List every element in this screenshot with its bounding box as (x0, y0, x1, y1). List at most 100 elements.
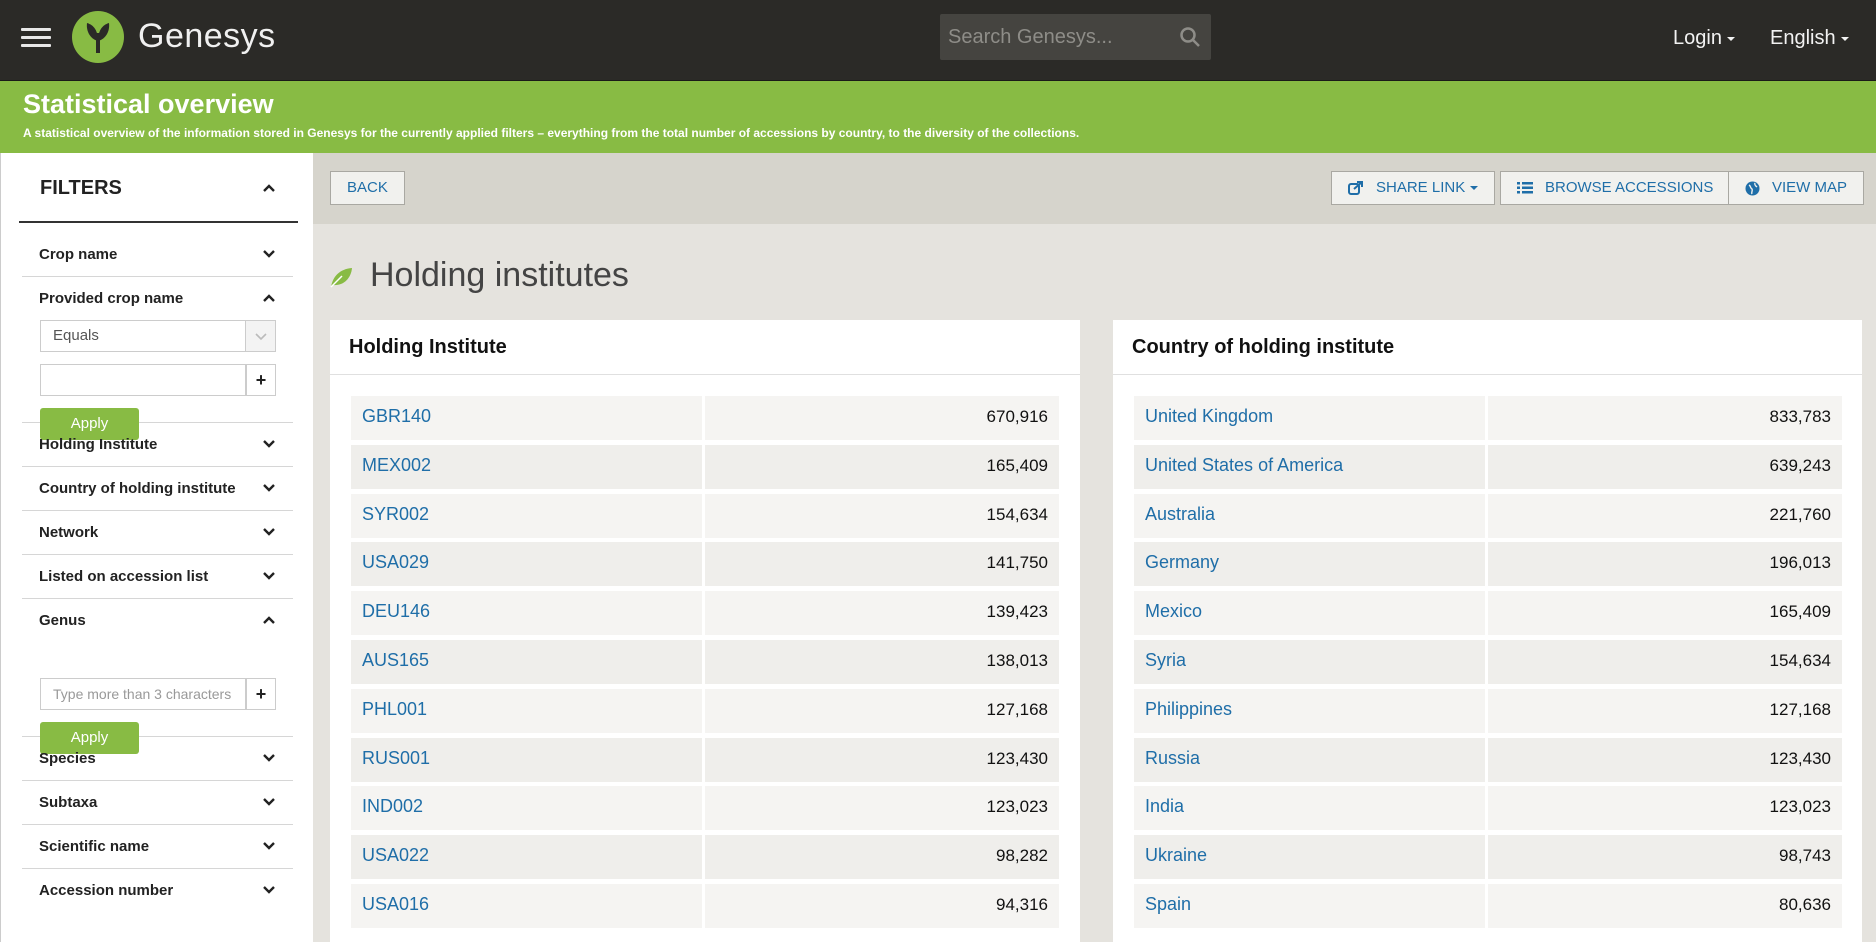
add-crop-name-button[interactable]: + (246, 364, 276, 396)
hamburger-menu-icon[interactable] (21, 28, 51, 48)
page-title: Statistical overview (23, 89, 274, 119)
row-link[interactable]: GBR140 (362, 406, 431, 427)
count-value: 98,282 (996, 846, 1048, 866)
section-title: Holding institutes (370, 256, 629, 294)
chevron-up-icon[interactable] (263, 182, 275, 194)
filter-label[interactable]: Provided crop name (39, 290, 183, 307)
filter-label: Accession number (39, 882, 174, 899)
table-row: United States of America 639,243 (1134, 444, 1842, 489)
filter-accession-list[interactable]: Listed on accession list (22, 555, 293, 599)
count-value: 154,634 (986, 504, 1048, 524)
table-row: Germany 196,013 (1134, 542, 1842, 587)
table-row: DEU146 139,423 (351, 591, 1059, 636)
chevron-down-icon (263, 842, 275, 850)
row-link[interactable]: Ukraine (1145, 845, 1207, 866)
count-cell: 154,634 (1488, 640, 1842, 684)
count-value: 123,023 (1769, 797, 1831, 817)
filter-label[interactable]: Genus (39, 612, 86, 629)
name-cell: United Kingdom (1134, 396, 1485, 440)
name-cell: IND002 (351, 786, 702, 831)
app-name[interactable]: Genesys (138, 17, 276, 56)
view-map-label: VIEW MAP (1772, 179, 1848, 196)
search-input[interactable] (948, 14, 1168, 60)
count-value: 165,409 (1769, 602, 1831, 622)
row-link[interactable]: Mexico (1145, 601, 1202, 622)
name-cell: AUS165 (351, 640, 702, 684)
count-cell: 154,634 (705, 493, 1059, 538)
row-link[interactable]: DEU146 (362, 601, 430, 622)
row-link[interactable]: USA029 (362, 552, 429, 573)
add-genus-button[interactable]: + (246, 678, 276, 710)
row-link[interactable]: USA016 (362, 894, 429, 915)
filter-subtaxa[interactable]: Subtaxa (22, 781, 293, 825)
count-cell: 98,282 (705, 835, 1059, 880)
genus-input[interactable] (40, 678, 246, 710)
count-cell: 80,636 (1488, 884, 1842, 928)
filter-crop-name[interactable]: Crop name (22, 233, 293, 277)
globe-icon (1745, 181, 1760, 196)
filter-network[interactable]: Network (22, 511, 293, 555)
filter-holding-institute[interactable]: Holding Institute (22, 423, 293, 467)
table-row: Philippines 127,168 (1134, 688, 1842, 733)
row-link[interactable]: SYR002 (362, 504, 429, 525)
filter-label: Holding Institute (39, 436, 158, 453)
browse-accessions-button[interactable]: BROWSE ACCESSIONS (1500, 171, 1731, 205)
count-value: 165,409 (986, 455, 1048, 475)
view-map-button[interactable]: VIEW MAP (1728, 171, 1865, 205)
chevron-down-icon (255, 333, 267, 341)
panel-header: Country of holding institute (1113, 320, 1862, 375)
count-cell: 639,243 (1488, 444, 1842, 489)
chevron-down-icon (263, 250, 275, 258)
row-link[interactable]: Germany (1145, 552, 1219, 573)
language-dropdown[interactable]: English (1770, 27, 1849, 50)
chevron-up-icon[interactable] (263, 614, 275, 626)
chevron-up-icon[interactable] (263, 292, 275, 304)
login-dropdown[interactable]: Login (1673, 27, 1735, 50)
count-value: 94,316 (996, 895, 1048, 914)
name-cell: USA029 (351, 542, 702, 587)
row-link[interactable]: Russia (1145, 748, 1200, 769)
count-cell: 139,423 (705, 591, 1059, 636)
row-link[interactable]: Spain (1145, 894, 1191, 915)
filter-species[interactable]: Species (22, 737, 293, 781)
share-link-button[interactable]: SHARE LINK (1331, 171, 1496, 205)
filter-country-holding-institute[interactable]: Country of holding institute (22, 467, 293, 511)
filter-accession-number[interactable]: Accession number (22, 869, 293, 913)
search-icon[interactable] (1179, 26, 1201, 48)
row-link[interactable]: United Kingdom (1145, 406, 1273, 427)
filter-scientific-name[interactable]: Scientific name (22, 825, 293, 869)
count-value: 127,168 (986, 699, 1048, 719)
back-button[interactable]: BACK (330, 171, 405, 205)
chevron-down-icon (263, 528, 275, 536)
row-link[interactable]: India (1145, 796, 1184, 817)
name-cell: RUS001 (351, 737, 702, 782)
table-row: USA022 98,282 (351, 835, 1059, 880)
table-row: Australia 221,760 (1134, 493, 1842, 538)
name-cell: Syria (1134, 640, 1485, 684)
filters-header[interactable]: FILTERS (19, 153, 298, 223)
count-value: 123,023 (986, 797, 1048, 817)
row-link[interactable]: IND002 (362, 796, 423, 817)
caret-down-icon (1726, 36, 1735, 41)
count-cell: 221,760 (1488, 493, 1842, 538)
table-row: MEX002 165,409 (351, 444, 1059, 489)
row-link[interactable]: MEX002 (362, 455, 431, 476)
match-type-select[interactable]: Equals (40, 320, 276, 352)
count-value: 670,916 (986, 407, 1048, 426)
action-toolbar: BACK SHARE LINK BROWSE ACCESSIONS VIEW M… (313, 153, 1876, 224)
name-cell: GBR140 (351, 396, 702, 440)
row-link[interactable]: RUS001 (362, 748, 430, 769)
genesys-logo-icon[interactable] (72, 11, 124, 63)
row-link[interactable]: AUS165 (362, 650, 429, 671)
row-link[interactable]: USA022 (362, 845, 429, 866)
filter-label: Species (39, 750, 96, 767)
row-link[interactable]: PHL001 (362, 699, 427, 720)
row-link[interactable]: Philippines (1145, 699, 1232, 720)
language-label: English (1770, 27, 1836, 49)
select-toggle[interactable] (245, 321, 275, 351)
row-link[interactable]: Syria (1145, 650, 1186, 671)
row-link[interactable]: United States of America (1145, 455, 1343, 476)
crop-name-input[interactable] (40, 364, 246, 396)
row-link[interactable]: Australia (1145, 504, 1215, 525)
table-row: USA029 141,750 (351, 542, 1059, 587)
